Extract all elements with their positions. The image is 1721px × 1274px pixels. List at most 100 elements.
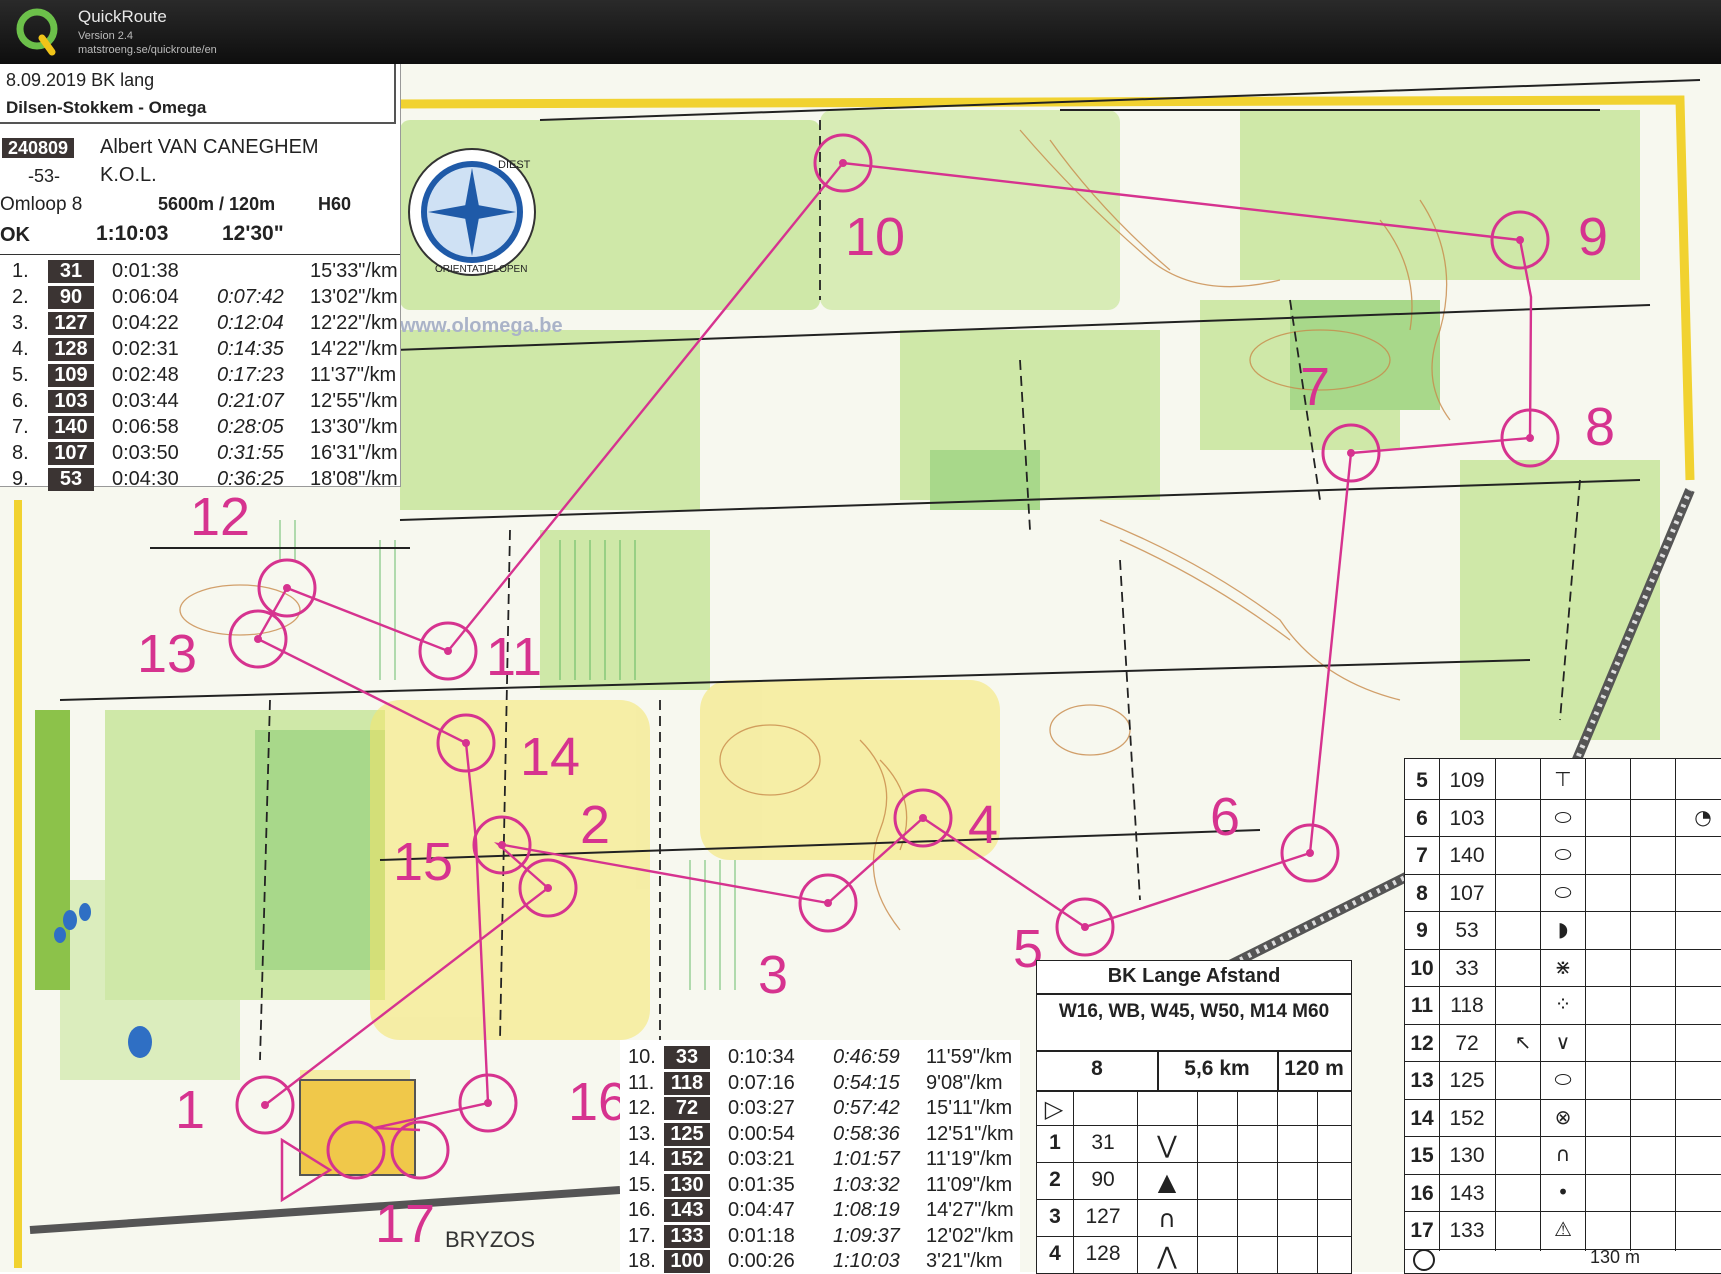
split-pace: 14'27"/km xyxy=(926,1199,1014,1221)
total-pace: 12'30" xyxy=(222,222,284,245)
control-number-3: 3 xyxy=(758,945,788,1005)
course-grid-line xyxy=(1317,1090,1318,1273)
split-cumulative: 0:28:05 xyxy=(217,416,284,438)
description-row-number: 13 xyxy=(1410,1069,1434,1092)
split-code-badge: 31 xyxy=(48,260,94,283)
course-row-number: 1 xyxy=(1049,1131,1061,1154)
description-grid-line xyxy=(1540,759,1541,1251)
split-code-badge: 128 xyxy=(48,338,94,361)
split-cumulative: 1:10:03 xyxy=(833,1250,900,1272)
split-code: 109 xyxy=(48,364,94,387)
course-grid-line xyxy=(1237,1090,1238,1273)
event-location: Dilsen-Stokkem - Omega xyxy=(6,98,207,117)
split-pace: 12'55"/km xyxy=(310,390,398,412)
split-pace: 14'22"/km xyxy=(310,338,398,360)
split-time: 0:01:35 xyxy=(728,1173,795,1196)
split-time: 0:04:22 xyxy=(112,312,179,334)
start-symbol-icon: ▷ xyxy=(1044,1095,1064,1123)
split-cumulative: 1:01:57 xyxy=(833,1148,900,1170)
split-time: 0:03:27 xyxy=(728,1097,795,1119)
control-number-15: 15 xyxy=(393,832,453,892)
result-status: OK xyxy=(0,224,30,246)
course-category: H60 xyxy=(318,194,352,214)
course-number: 8 xyxy=(1091,1057,1103,1080)
control-center-5 xyxy=(1081,923,1089,931)
split-time: 0:06:04 xyxy=(112,286,179,308)
split-pace: 11'09"/km xyxy=(926,1173,1013,1196)
split-cumulative: 0:07:42 xyxy=(217,286,284,308)
split-code: 100 xyxy=(664,1250,710,1273)
description-row-code: 133 xyxy=(1449,1219,1485,1242)
split-cumulative: 0:46:59 xyxy=(833,1046,900,1068)
description-symbol-icon: ↖ xyxy=(1514,1029,1532,1054)
finish-symbol-icon xyxy=(1413,1249,1435,1271)
split-cumulative: 0:58:36 xyxy=(833,1122,900,1145)
splits-list-2: 10. 33 0:10:34 0:46:59 11'59"/km 11. 118 0:07:1… xyxy=(620,1040,1020,1273)
split-index: 5. xyxy=(12,364,29,386)
split-index: 10. xyxy=(628,1046,656,1068)
course-grid-line xyxy=(1277,1090,1278,1273)
split-time: 0:01:38 xyxy=(112,260,179,282)
runner-info-panel: 8.09.2019 BK lang Dilsen-Stokkem - Omega… xyxy=(0,64,401,491)
split-code: 118 xyxy=(664,1071,710,1095)
split-index: 8. xyxy=(12,442,29,464)
description-row-divider xyxy=(1405,873,1721,875)
course-row-code: 31 xyxy=(1091,1131,1115,1154)
description-row-number: 8 xyxy=(1416,881,1428,905)
course-grid-line xyxy=(1197,1090,1198,1273)
split-code-badge: 125 xyxy=(664,1122,710,1146)
description-row-divider xyxy=(1405,948,1721,950)
description-row-code: 125 xyxy=(1449,1069,1485,1092)
description-symbol-icon: ∨ xyxy=(1555,1029,1571,1054)
split-cumulative: 0:21:07 xyxy=(217,390,284,412)
split-pace: 9'08"/km xyxy=(926,1071,1003,1094)
event-date: 8.09.2019 BK lang xyxy=(6,70,155,90)
description-symbol-icon: ∩ xyxy=(1555,1142,1571,1166)
split-index: 13. xyxy=(628,1122,656,1145)
description-row-code: 140 xyxy=(1449,844,1485,867)
split-code: 152 xyxy=(664,1148,710,1171)
split-cumulative: 0:12:04 xyxy=(217,312,284,334)
control-center-15 xyxy=(498,841,506,849)
split-code: 133 xyxy=(664,1224,710,1248)
control-number-2: 2 xyxy=(580,795,610,855)
course-card-title: BK Lange Afstand xyxy=(1107,965,1281,987)
description-symbol-icon: ⬭ xyxy=(1554,842,1572,866)
split-time: 0:03:21 xyxy=(728,1148,795,1170)
split-code: 125 xyxy=(664,1122,710,1146)
app-url: matstroeng.se/quickroute/en xyxy=(78,44,217,56)
description-grid-line xyxy=(1585,759,1586,1251)
description-row-number: 11 xyxy=(1410,994,1434,1017)
control-number-4: 4 xyxy=(968,795,998,855)
control-number-10: 10 xyxy=(845,207,905,267)
control-center-11 xyxy=(444,647,452,655)
description-row-number: 5 xyxy=(1416,769,1428,792)
description-row-divider xyxy=(1405,1098,1721,1100)
control-center-7 xyxy=(1347,449,1355,457)
split-code-badge: 90 xyxy=(48,286,94,309)
description-row-divider xyxy=(1405,1023,1721,1025)
split-time: 0:03:50 xyxy=(112,442,179,464)
description-symbol-icon: ⊗ xyxy=(1554,1104,1572,1129)
control-center-12 xyxy=(283,584,291,592)
total-time: 1:10:03 xyxy=(96,222,169,245)
control-center-1 xyxy=(261,1101,269,1109)
control-number-1: 1 xyxy=(175,1080,205,1140)
club-website: www.olomega.be xyxy=(399,315,563,337)
description-symbol-icon: ⊤ xyxy=(1554,767,1572,791)
description-row-number: 17 xyxy=(1410,1219,1434,1242)
control-center-10 xyxy=(839,159,847,167)
split-pace: 11'37"/km xyxy=(310,364,397,386)
description-row-divider xyxy=(1405,911,1721,912)
split-code: 140 xyxy=(48,416,94,439)
split-time: 0:06:58 xyxy=(112,416,179,438)
control-center-4 xyxy=(919,814,927,822)
description-row-divider xyxy=(1405,1211,1721,1212)
control-number-9: 9 xyxy=(1578,207,1608,267)
split-pace: 15'33"/km xyxy=(310,260,398,282)
split-pace: 15'11"/km xyxy=(926,1097,1013,1119)
split-code: 53 xyxy=(48,468,94,491)
description-symbol-icon: • xyxy=(1557,1179,1569,1204)
control-center-2 xyxy=(544,884,552,892)
split-time: 0:04:30 xyxy=(112,468,179,490)
